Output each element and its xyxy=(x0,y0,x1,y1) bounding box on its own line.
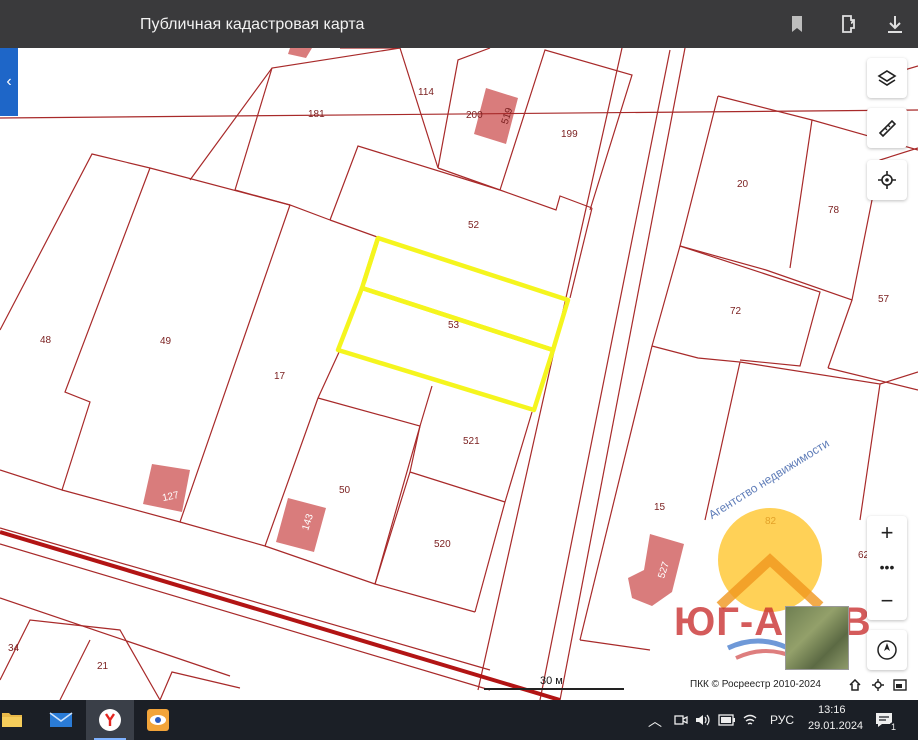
layers-icon xyxy=(877,70,897,86)
selected-parcel-lower xyxy=(335,285,556,413)
parcel-label: 521 xyxy=(463,436,480,447)
fullscreen-icon[interactable] xyxy=(893,679,907,691)
compass-icon xyxy=(877,640,897,660)
extensions-icon[interactable] xyxy=(838,12,862,36)
selected-parcel-edge xyxy=(361,237,381,283)
scale-bar xyxy=(484,688,624,690)
browser-toolbar: Публичная кадастровая карта xyxy=(0,0,918,48)
home-icon[interactable] xyxy=(849,679,861,691)
yandex-browser-icon xyxy=(99,709,121,731)
parcel-label: 17 xyxy=(274,371,286,382)
page-title: Публичная кадастровая карта xyxy=(140,16,365,33)
ellipsis-icon: ••• xyxy=(879,559,895,575)
folder-icon[interactable] xyxy=(0,710,24,730)
minus-icon: − xyxy=(880,588,894,613)
chevron-left-icon: ‹ xyxy=(6,73,12,90)
basemap-thumbnail[interactable] xyxy=(785,606,849,670)
parcel-label: 53 xyxy=(448,320,460,331)
parcel-label: 52 xyxy=(468,220,480,231)
parcel-label: 20 xyxy=(737,179,749,190)
scale-label: 30 м xyxy=(540,675,563,687)
building-127 xyxy=(143,464,190,512)
parcel-label: 15 xyxy=(654,502,666,513)
parcel-label: 200 xyxy=(466,110,483,121)
parcel-label: 199 xyxy=(561,129,578,140)
parcel-label: 181 xyxy=(308,109,325,120)
volume-icon[interactable] xyxy=(694,712,710,728)
more-button[interactable]: ••• xyxy=(867,550,907,584)
target-icon[interactable] xyxy=(872,679,884,691)
compass-button[interactable] xyxy=(867,630,907,670)
language-indicator[interactable]: РУС xyxy=(770,713,794,727)
zoom-out-button[interactable]: − xyxy=(867,584,907,618)
parcel-label: 21 xyxy=(97,661,109,672)
building-top xyxy=(288,48,312,58)
parcel-label: 50 xyxy=(339,485,351,496)
parcel-label: 78 xyxy=(828,205,840,216)
plus-icon: + xyxy=(880,520,894,545)
taskbar: ︿ РУС 13:16 29.01.2024 1 xyxy=(0,700,918,740)
camera-icon[interactable] xyxy=(674,713,688,727)
layers-button[interactable] xyxy=(867,58,907,98)
parcel-label: 72 xyxy=(730,306,742,317)
copyright-text: ПКК © Росреестр 2010-2024 xyxy=(690,679,821,690)
tray-chevron-up-icon[interactable]: ︿ xyxy=(648,711,662,731)
battery-icon[interactable] xyxy=(718,713,736,727)
notification-badge: 1 xyxy=(889,722,899,732)
ruler-icon xyxy=(878,119,897,138)
crosshair-icon xyxy=(878,171,896,189)
selected-parcel-upper xyxy=(359,235,571,353)
parcel-label: 48 xyxy=(40,335,52,346)
parcel-label: 520 xyxy=(434,539,451,550)
mail-icon[interactable] xyxy=(48,710,74,730)
building-527 xyxy=(628,534,684,606)
parcel-label: 49 xyxy=(160,336,172,347)
bookmark-icon[interactable] xyxy=(785,12,809,36)
parcel-label: 57 xyxy=(878,294,890,305)
download-icon[interactable] xyxy=(883,12,907,36)
locate-button[interactable] xyxy=(867,160,907,200)
zoom-controls: + ••• − xyxy=(867,516,907,620)
parcel-label: 34 xyxy=(8,643,20,654)
zoom-in-button[interactable]: + xyxy=(867,516,907,550)
parcel-label: 114 xyxy=(418,87,434,98)
wifi-icon[interactable] xyxy=(742,712,758,728)
sidebar-toggle[interactable]: ‹ xyxy=(0,48,18,116)
clock-time[interactable]: 13:16 xyxy=(818,704,846,716)
road-line xyxy=(0,530,561,700)
clock-date[interactable]: 29.01.2024 xyxy=(808,720,863,732)
app-eye-icon[interactable] xyxy=(146,708,170,732)
yandex-browser-taskbar-item[interactable] xyxy=(86,700,134,740)
measure-button[interactable] xyxy=(867,108,907,148)
